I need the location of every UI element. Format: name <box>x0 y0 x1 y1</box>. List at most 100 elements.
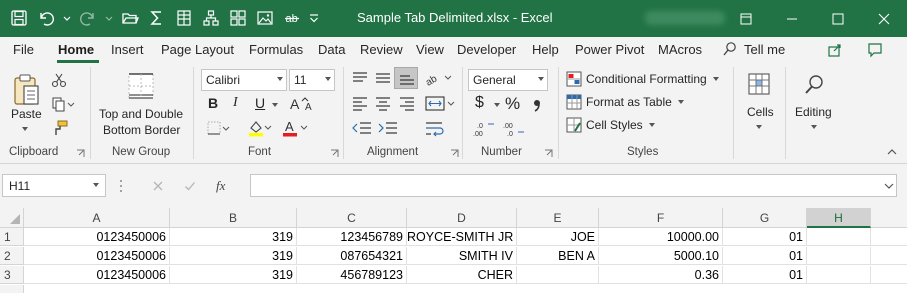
editing-label[interactable]: Editing <box>795 105 832 119</box>
currency-dropdown-icon[interactable] <box>494 103 500 107</box>
autosum-icon[interactable] <box>146 7 168 29</box>
column-header-e[interactable]: E <box>517 208 599 228</box>
cut-icon[interactable] <box>51 72 67 88</box>
fill-color-icon[interactable] <box>248 119 272 137</box>
font-size-select[interactable]: 11 <box>289 69 335 91</box>
cell-b1[interactable]: 319 <box>170 228 297 246</box>
tab-insert[interactable]: Insert <box>111 42 144 57</box>
italic-button[interactable]: I <box>233 95 238 111</box>
tab-file[interactable]: File <box>13 42 34 57</box>
cells-label[interactable]: Cells <box>747 105 774 119</box>
number-launcher-icon[interactable] <box>544 149 553 158</box>
cell-f1[interactable]: 10000.00 <box>599 228 723 246</box>
cell-g2[interactable]: 01 <box>723 247 807 265</box>
comments-icon[interactable] <box>866 41 884 59</box>
comma-style-icon[interactable] <box>531 97 543 113</box>
tab-review[interactable]: Review <box>360 42 403 57</box>
cell-c2[interactable]: 087654321 <box>297 247 407 265</box>
cell-f2[interactable]: 5000.10 <box>599 247 723 265</box>
borders-icon[interactable] <box>206 120 230 136</box>
cell-h3[interactable] <box>807 266 871 284</box>
save-icon[interactable] <box>8 7 30 29</box>
collapse-ribbon-icon[interactable] <box>886 147 898 157</box>
row-header-1[interactable]: 1 <box>0 228 24 246</box>
select-all-corner[interactable] <box>0 208 24 228</box>
cell-h2[interactable] <box>807 247 871 265</box>
cell-e1[interactable]: JOE <box>517 228 599 246</box>
expand-formula-bar-icon[interactable] <box>884 182 894 190</box>
cancel-entry-icon[interactable] <box>152 180 164 192</box>
formula-bar-resize-icon[interactable] <box>118 178 124 194</box>
column-header-d[interactable]: D <box>407 208 517 228</box>
paste-label[interactable]: Paste <box>11 107 42 121</box>
redo-icon[interactable] <box>77 7 99 29</box>
font-name-select[interactable]: Calibri <box>201 69 287 91</box>
paste-dropdown-icon[interactable] <box>22 127 28 131</box>
format-painter-icon[interactable] <box>51 119 69 137</box>
column-header-f[interactable]: F <box>599 208 723 228</box>
cell-c1[interactable]: 123456789 <box>297 228 407 246</box>
cell-h1[interactable] <box>807 228 871 246</box>
align-top-icon[interactable] <box>351 70 369 86</box>
row-header-3[interactable]: 3 <box>0 266 24 284</box>
align-right-icon[interactable] <box>398 95 416 111</box>
close-icon[interactable] <box>861 0 907 37</box>
align-center-icon[interactable] <box>374 95 392 111</box>
increase-font-size-icon[interactable]: AA <box>289 96 317 112</box>
share-icon[interactable] <box>826 41 844 59</box>
column-header-h[interactable]: H <box>807 208 871 228</box>
cell-g3[interactable]: 01 <box>723 266 807 284</box>
font-launcher-icon[interactable] <box>330 149 339 158</box>
cell-a3[interactable]: 0123450006 <box>24 266 170 284</box>
column-header-a[interactable]: A <box>24 208 170 228</box>
tab-macros[interactable]: MAcros <box>658 42 702 57</box>
conditional-formatting-button[interactable]: Conditional Formatting <box>566 70 719 88</box>
sort-filter-icon[interactable] <box>173 7 195 29</box>
row-header-4-partial[interactable] <box>0 285 24 293</box>
column-header-g[interactable]: G <box>723 208 807 228</box>
cell-g1[interactable]: 01 <box>723 228 807 246</box>
tab-power-pivot[interactable]: Power Pivot <box>575 42 644 57</box>
alignment-launcher-icon[interactable] <box>450 149 459 158</box>
open-folder-icon[interactable] <box>119 7 141 29</box>
tab-data[interactable]: Data <box>318 42 345 57</box>
increase-decimal-icon[interactable]: .0.00 <box>472 120 496 138</box>
cell-c3[interactable]: 456789123 <box>297 266 407 284</box>
customize-qat-icon[interactable] <box>308 7 320 29</box>
tab-developer[interactable]: Developer <box>457 42 516 57</box>
cell-i2[interactable] <box>871 247 907 265</box>
cell-i1[interactable] <box>871 228 907 246</box>
decrease-decimal-icon[interactable]: .00.0 <box>502 120 526 138</box>
top-double-bottom-border-button[interactable] <box>126 71 156 101</box>
picture-icon[interactable] <box>254 7 276 29</box>
row-header-2[interactable]: 2 <box>0 247 24 265</box>
column-header-b[interactable]: B <box>170 208 297 228</box>
undo-icon[interactable] <box>35 7 57 29</box>
tab-page-layout[interactable]: Page Layout <box>161 42 234 57</box>
cell-styles-button[interactable]: Cell Styles <box>566 116 655 134</box>
align-middle-icon[interactable] <box>374 70 392 86</box>
cell-b3[interactable]: 319 <box>170 266 297 284</box>
top-double-bottom-border-label-2[interactable]: Bottom Border <box>103 123 180 137</box>
cell-e3[interactable] <box>517 266 599 284</box>
copy-icon[interactable] <box>51 96 75 112</box>
cell-f3[interactable]: 0.36 <box>599 266 723 284</box>
increase-indent-icon[interactable] <box>377 120 399 136</box>
hierarchy-icon[interactable] <box>200 7 222 29</box>
align-bottom-button[interactable] <box>394 67 418 89</box>
cell-i3[interactable] <box>871 266 907 284</box>
orientation-icon[interactable]: ab <box>424 69 454 87</box>
cells-button[interactable] <box>746 71 772 97</box>
format-as-table-button[interactable]: Format as Table <box>566 93 684 111</box>
percent-button[interactable]: % <box>505 94 520 114</box>
insert-function-button[interactable]: fx <box>216 178 225 194</box>
top-double-bottom-border-label-1[interactable]: Top and Double <box>99 107 183 121</box>
wrap-text-icon[interactable] <box>424 120 446 138</box>
cell-a2[interactable]: 0123450006 <box>24 247 170 265</box>
number-format-select[interactable]: General <box>468 69 548 91</box>
name-box[interactable]: H11 <box>2 174 106 197</box>
table-grid-icon[interactable] <box>227 7 249 29</box>
maximize-icon[interactable] <box>815 0 861 37</box>
cells-dropdown-icon[interactable] <box>756 125 762 129</box>
editing-button[interactable] <box>802 71 828 97</box>
